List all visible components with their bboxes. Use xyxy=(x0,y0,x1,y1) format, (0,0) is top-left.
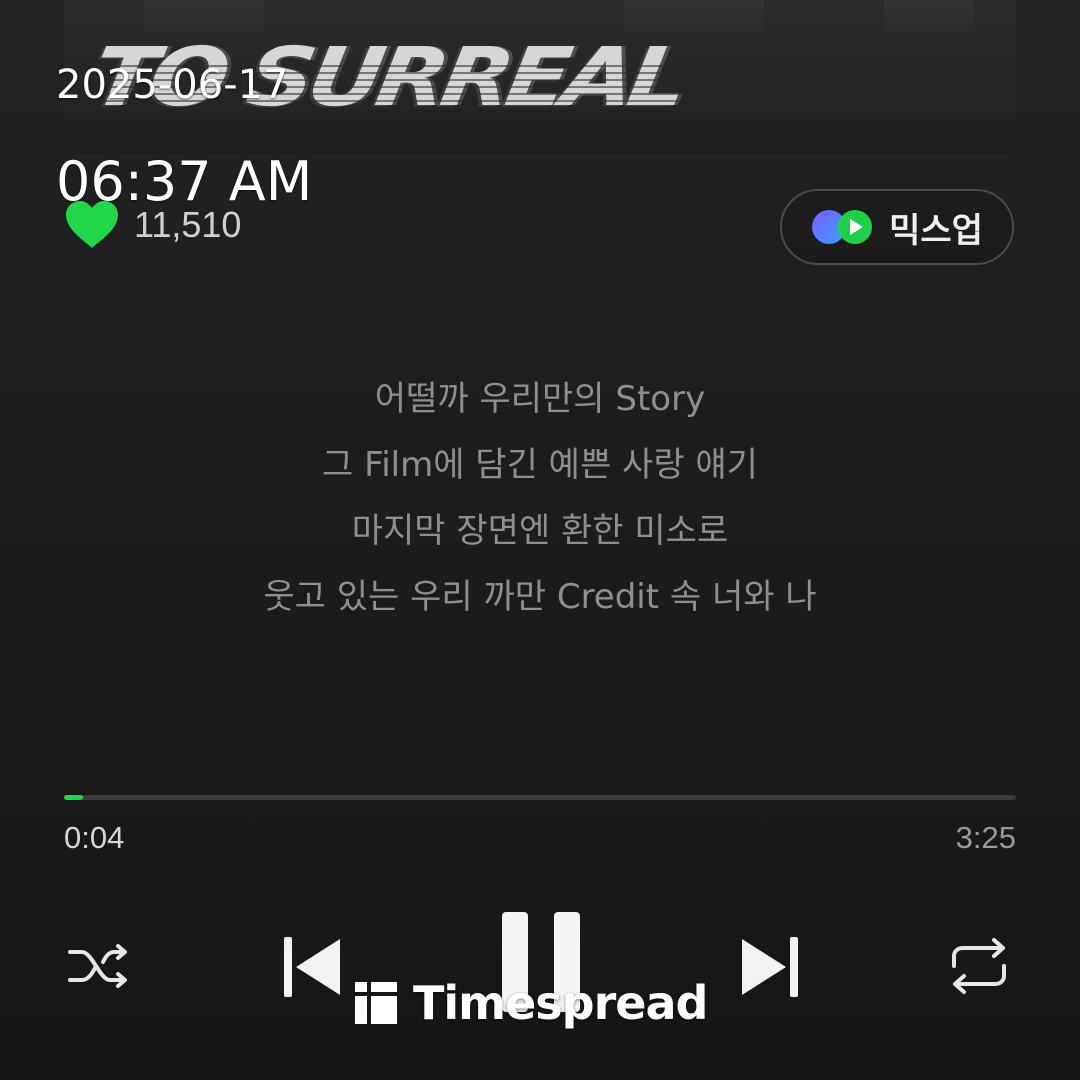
like-count: 11,510 xyxy=(134,204,242,245)
mixup-label: 믹스업 xyxy=(889,210,983,251)
shuffle-icon[interactable] xyxy=(66,938,132,994)
timespread-logo-icon xyxy=(355,982,397,1024)
lyric-line: 마지막 장면엔 환한 미소로 xyxy=(351,511,729,551)
repeat-icon[interactable] xyxy=(946,936,1012,996)
mixup-button[interactable]: 믹스업 xyxy=(780,189,1014,265)
lyrics-panel[interactable]: 어떨까 우리만의 Story 그 Film에 담긴 예쁜 사랑 얘기 마지막 장… xyxy=(0,366,1080,630)
lyric-line: 그 Film에 담긴 예쁜 사랑 얘기 xyxy=(322,445,758,485)
music-player-screen: TO SURREAL 2025-06-17 06:37 AM 11,510 믹스… xyxy=(0,0,1080,1080)
lyric-line: 어떨까 우리만의 Story xyxy=(374,379,706,419)
watermark: Timespread xyxy=(355,975,708,1031)
heart-icon[interactable] xyxy=(64,200,120,250)
progress-bar[interactable] xyxy=(64,795,1016,800)
total-time: 3:25 xyxy=(955,820,1016,855)
watermark-text: Timespread xyxy=(413,976,708,1030)
progress-fill xyxy=(64,795,83,800)
lyric-line: 웃고 있는 우리 까만 Credit 속 너와 나 xyxy=(263,577,817,617)
skip-next-icon[interactable] xyxy=(740,935,800,999)
overlay-date: 2025-06-17 xyxy=(56,62,289,108)
mixup-icon xyxy=(812,210,873,244)
like-group[interactable]: 11,510 xyxy=(64,200,241,250)
elapsed-time: 0:04 xyxy=(64,820,125,855)
skip-previous-icon[interactable] xyxy=(282,935,342,999)
